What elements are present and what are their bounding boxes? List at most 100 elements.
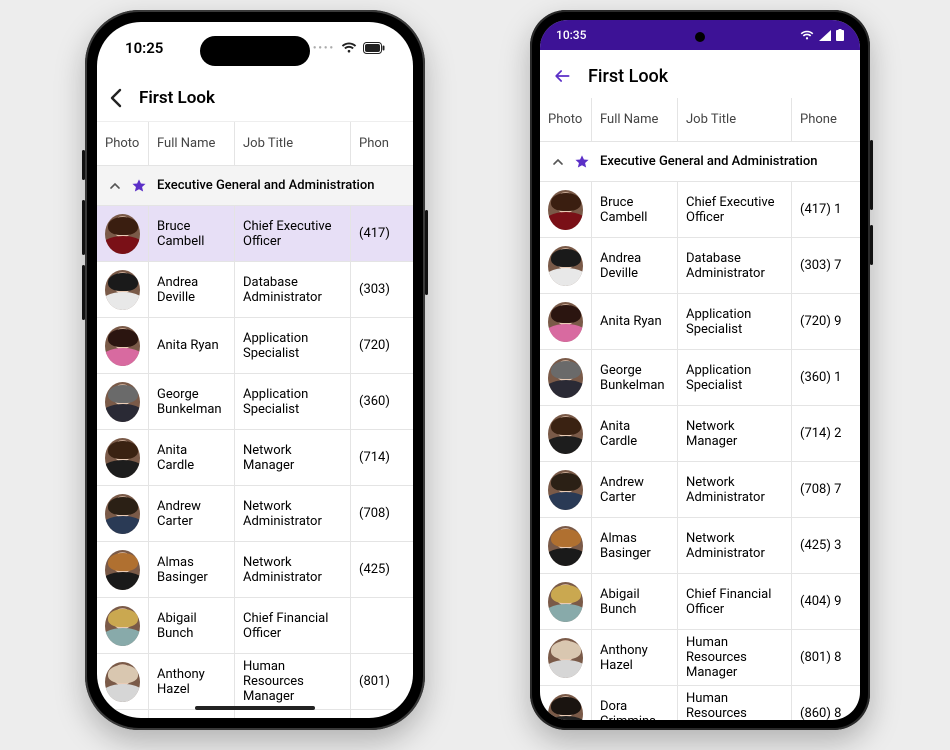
battery-icon [363, 42, 385, 54]
table-row[interactable]: Abigail BunchChief Financial Officer(404… [540, 574, 860, 630]
table-row[interactable]: Anthony HazelHuman Resources Manager(801… [540, 630, 860, 686]
table-row[interactable]: Andrea DevilleDatabase Administrator(303… [97, 262, 413, 318]
avatar [105, 550, 140, 590]
cell-name: Andrea Deville [149, 262, 235, 317]
android-clock: 10:35 [556, 28, 586, 42]
cell-phone: (404) 9 [792, 574, 860, 629]
table-row[interactable]: Dora CrimminsHuman Resources Administrat… [540, 686, 860, 720]
cell-name: Andrew Carter [149, 486, 235, 541]
cell-phone: (860) 8 [792, 686, 860, 720]
table-row[interactable]: Almas BasingerNetwork Administrator(425)… [540, 518, 860, 574]
grid-body[interactable]: Bruce CambellChief Executive Officer(417… [540, 182, 860, 720]
star-icon [131, 178, 147, 194]
avatar [548, 302, 583, 342]
home-indicator[interactable] [195, 706, 315, 710]
iphone-volume-up [82, 200, 85, 255]
table-row[interactable]: Almas BasingerNetwork Administrator(425) [97, 542, 413, 598]
col-header-job[interactable]: Job Title [235, 122, 351, 165]
cell-phone: (417) 1 [792, 182, 860, 237]
back-button[interactable] [109, 88, 123, 108]
cell-name: Almas Basinger [149, 542, 235, 597]
avatar [548, 526, 583, 566]
cell-job: Human Resources [235, 710, 351, 718]
cell-name: George Bunkelman [149, 374, 235, 429]
cell-phone: (417) [351, 206, 413, 261]
col-header-photo[interactable]: Photo [540, 98, 592, 141]
grid-body[interactable]: Bruce CambellChief Executive Officer(417… [97, 206, 413, 718]
cell-photo [97, 430, 149, 485]
cell-phone: (303) [351, 262, 413, 317]
android-power-button [870, 225, 873, 265]
cell-name: Bruce Cambell [592, 182, 678, 237]
group-row[interactable]: Executive General and Administration [97, 166, 413, 206]
avatar [105, 662, 140, 702]
table-row[interactable]: Andrea DevilleDatabase Administrator(303… [540, 238, 860, 294]
cell-photo [97, 542, 149, 597]
cell-name: Anthony Hazel [592, 630, 678, 685]
table-row[interactable]: Bruce CambellChief Executive Officer(417… [97, 206, 413, 262]
col-header-phone[interactable]: Phone [792, 98, 860, 141]
cell-photo [540, 294, 592, 349]
table-row[interactable]: Bruce CambellChief Executive Officer(417… [540, 182, 860, 238]
cell-job: Application Specialist [235, 318, 351, 373]
cell-job: Network Administrator [235, 542, 351, 597]
table-row[interactable]: Anita CardleNetwork Manager(714) [97, 430, 413, 486]
cell-name: Dora [149, 710, 235, 718]
android-frame: 10:35 First Look Photo Full Name Job Tit… [530, 10, 870, 730]
avatar [105, 718, 140, 719]
battery-icon [836, 29, 844, 41]
cell-photo [97, 598, 149, 653]
cell-phone: (708) 7 [792, 462, 860, 517]
col-header-photo[interactable]: Photo [97, 122, 149, 165]
cell-name: Abigail Bunch [149, 598, 235, 653]
col-header-job[interactable]: Job Title [678, 98, 792, 141]
table-row[interactable]: Andrew CarterNetwork Administrator(708) [97, 486, 413, 542]
table-row[interactable]: Andrew CarterNetwork Administrator(708) … [540, 462, 860, 518]
col-header-phone[interactable]: Phon [351, 122, 413, 165]
table-row[interactable]: Anita CardleNetwork Manager(714) 2 [540, 406, 860, 462]
table-row[interactable]: Anita RyanApplication Specialist(720) 9 [540, 294, 860, 350]
back-button[interactable] [552, 66, 572, 86]
iphone-frame: 10:25 •••• First Look Photo Full Name Jo… [85, 10, 425, 730]
group-label: Executive General and Administration [600, 154, 817, 169]
col-header-name[interactable]: Full Name [149, 122, 235, 165]
cell-job: Network Administrator [678, 518, 792, 573]
dynamic-island [200, 36, 310, 66]
android-volume-rocker [870, 140, 873, 210]
cell-photo [97, 654, 149, 709]
table-row[interactable]: George BunkelmanApplication Specialist(3… [97, 374, 413, 430]
cell-phone: (714) 2 [792, 406, 860, 461]
cell-phone: (720) 9 [792, 294, 860, 349]
table-row[interactable]: Anita RyanApplication Specialist(720) [97, 318, 413, 374]
cell-job: Database Administrator [235, 262, 351, 317]
iphone-power-button [425, 210, 428, 295]
table-row[interactable]: DoraHuman Resources [97, 710, 413, 718]
cell-phone: (303) 7 [792, 238, 860, 293]
star-icon [574, 154, 590, 170]
table-row[interactable]: Anthony HazelHuman Resources Manager(801… [97, 654, 413, 710]
avatar [548, 414, 583, 454]
cell-photo [97, 206, 149, 261]
cell-name: Anita Ryan [149, 318, 235, 373]
cell-phone [351, 598, 413, 653]
android-screen: 10:35 First Look Photo Full Name Job Tit… [540, 20, 860, 720]
cell-job: Network Administrator [235, 486, 351, 541]
cell-name: Anita Cardle [592, 406, 678, 461]
col-header-name[interactable]: Full Name [592, 98, 678, 141]
avatar [105, 494, 140, 534]
arrow-left-icon [552, 66, 572, 86]
avatar [105, 270, 140, 310]
cell-name: Bruce Cambell [149, 206, 235, 261]
camera-hole [695, 32, 705, 42]
cell-photo [540, 182, 592, 237]
table-row[interactable]: Abigail BunchChief Financial Officer [97, 598, 413, 654]
cell-name: Dora Crimmins [592, 686, 678, 720]
cell-phone: (801) [351, 654, 413, 709]
group-row[interactable]: Executive General and Administration [540, 142, 860, 182]
cell-name: Andrea Deville [592, 238, 678, 293]
table-row[interactable]: George BunkelmanApplication Specialist(3… [540, 350, 860, 406]
cell-phone: (801) 8 [792, 630, 860, 685]
cell-job: Network Administrator [678, 462, 792, 517]
grid-header: Photo Full Name Job Title Phone [540, 98, 860, 142]
cell-photo [97, 486, 149, 541]
